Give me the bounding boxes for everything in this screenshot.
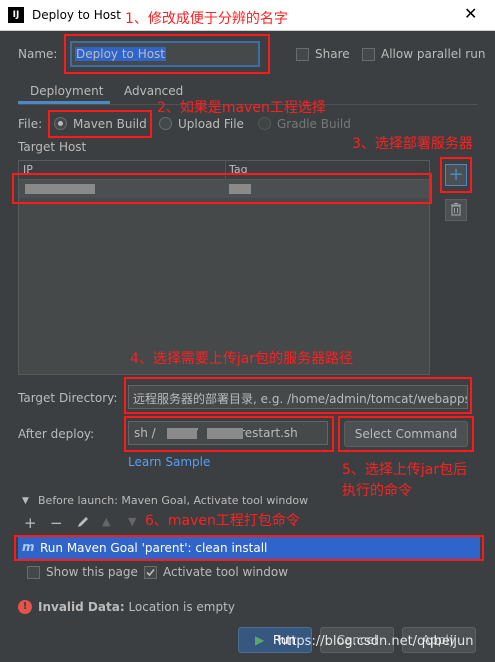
file-label: File: (18, 117, 43, 131)
tab-deployment[interactable]: Deployment (18, 78, 110, 104)
annotation-5-line1: 5、选择上传jar包后 (342, 462, 468, 478)
show-page-label: Show this page (46, 565, 138, 579)
collapse-triangle-icon[interactable]: ▼ (22, 496, 29, 506)
watermark: https://blog.csdn.net/qqbeijun (278, 634, 474, 649)
select-command-button[interactable]: Select Command (344, 421, 468, 447)
activate-window-checkbox[interactable] (144, 566, 157, 579)
annotation-5-line2: 执行的命令 (342, 483, 412, 499)
redacted-path-2 (207, 428, 243, 439)
annotation-3: 3、选择部署服务器 (352, 136, 473, 152)
error-message: Invalid Data: Location is empty (38, 600, 235, 614)
annotation-box-host (12, 173, 432, 204)
close-icon[interactable]: ✕ (464, 4, 477, 23)
allow-parallel-checkbox[interactable] (362, 48, 375, 61)
tab-deployment-label: Deployment (30, 84, 104, 98)
learn-sample-link[interactable]: Learn Sample (128, 455, 210, 469)
run-icon: ▶ (255, 633, 265, 647)
tab-advanced-label: Advanced (124, 84, 184, 98)
share-checkbox[interactable] (296, 48, 309, 61)
target-directory-label: Target Directory: (18, 391, 118, 405)
name-input[interactable]: Deploy to Host (70, 41, 260, 67)
gradle-build-radio[interactable] (258, 117, 271, 130)
redacted-path-1 (167, 428, 197, 439)
move-down-icon[interactable]: ▼ (128, 515, 136, 528)
annotation-2: 2、如果是maven工程选择 (157, 100, 326, 116)
share-label: Share (315, 47, 350, 61)
error-text: Location is empty (128, 600, 235, 614)
annotation-4: 4、选择需要上传jar包的服务器路径 (130, 351, 354, 367)
maven-build-radio[interactable] (54, 117, 67, 130)
show-page-checkbox[interactable] (27, 566, 40, 579)
annotation-6: 6、maven工程打包命令 (145, 513, 300, 529)
move-up-icon[interactable]: ▲ (102, 515, 110, 528)
annotation-box-maven-goal (14, 535, 484, 561)
target-directory-value: 远程服务器的部署目录, e.g. /home/admin/tomcat/weba… (133, 392, 468, 406)
upload-file-radio[interactable] (159, 117, 172, 130)
edit-task-icon[interactable] (76, 515, 90, 532)
before-launch-header: Before launch: Maven Goal, Activate tool… (38, 494, 309, 507)
maven-build-label: Maven Build (73, 117, 147, 131)
name-input-value: Deploy to Host (75, 47, 167, 61)
radio-dot (58, 121, 63, 126)
window-title: Deploy to Host (32, 8, 122, 22)
error-bold: Invalid Data: (38, 600, 125, 614)
add-task-icon[interactable]: + (24, 514, 37, 532)
annotation-1: 1、修改成便于分辨的名字 (125, 11, 288, 27)
allow-parallel-label: Allow parallel run (381, 47, 486, 61)
name-label: Name: (18, 47, 58, 61)
upload-file-label: Upload File (178, 117, 244, 131)
error-icon: ! (18, 600, 32, 614)
after-deploy-input[interactable]: sh / / /restart.sh (128, 421, 328, 445)
after-deploy-label: After deploy: (18, 427, 95, 441)
intellij-icon: IJ (8, 7, 24, 23)
remove-task-icon[interactable]: − (50, 514, 63, 532)
gradle-build-label: Gradle Build (277, 117, 351, 131)
add-host-icon[interactable]: + (445, 164, 467, 186)
target-host-label: Target Host (18, 140, 87, 154)
delete-host-icon[interactable] (445, 199, 467, 221)
activate-window-label: Activate tool window (163, 565, 289, 579)
target-directory-input[interactable]: 远程服务器的部署目录, e.g. /home/admin/tomcat/weba… (128, 385, 468, 409)
